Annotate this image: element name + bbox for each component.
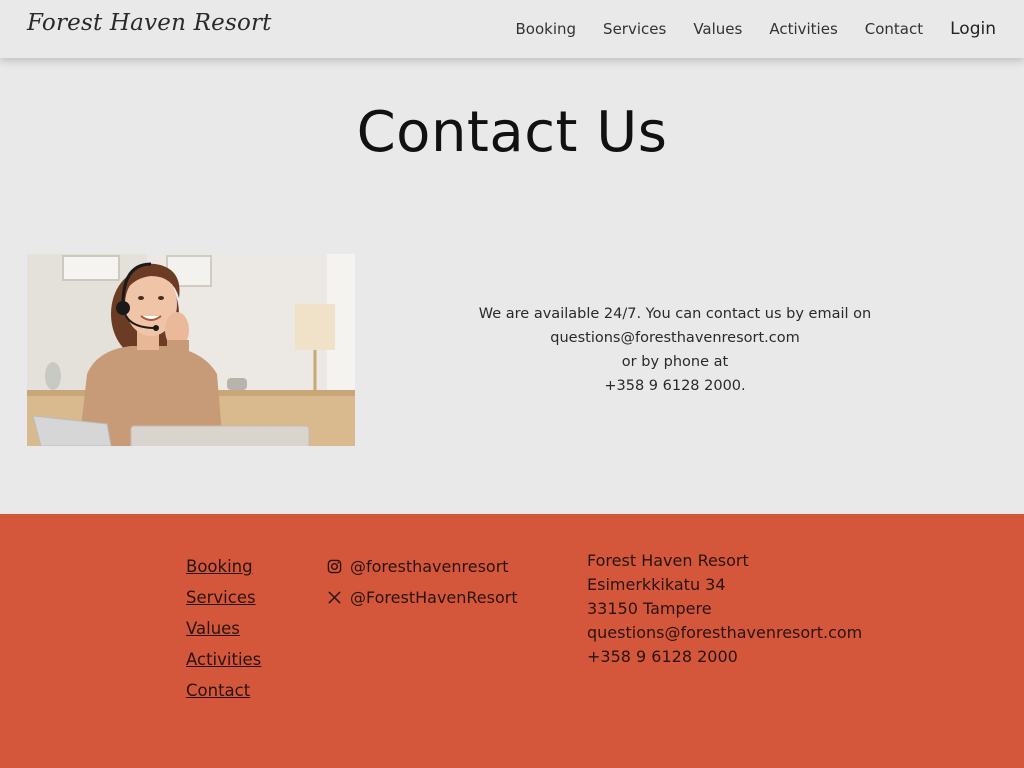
address-email: questions@foresthavenresort.com [587, 623, 863, 642]
address-name: Forest Haven Resort [587, 551, 749, 570]
instagram-link[interactable]: @foresthavenresort [326, 551, 518, 582]
contact-phone: +358 9 6128 2000. [604, 378, 746, 394]
footer-link-services[interactable]: Services [186, 582, 261, 613]
footer-link-contact[interactable]: Contact [186, 675, 261, 706]
instagram-handle: @foresthavenresort [350, 557, 509, 576]
nav-item-contact[interactable]: Contact [865, 20, 923, 38]
support-agent-photo [27, 254, 355, 446]
address-city: 33150 Tampere [587, 599, 712, 618]
contact-phone-intro: or by phone at [621, 354, 729, 370]
footer-address: Forest Haven Resort Esimerkkikatu 34 331… [587, 549, 862, 669]
main-nav: Booking Services Values Activities Conta… [489, 0, 996, 58]
contact-intro: We are available 24/7. You can contact u… [478, 306, 872, 322]
address-phone: +358 9 6128 2000 [587, 647, 738, 666]
footer-link-values[interactable]: Values [186, 613, 261, 644]
nav-item-activities[interactable]: Activities [769, 20, 837, 38]
nav-item-services[interactable]: Services [603, 20, 666, 38]
login-link[interactable]: Login [950, 19, 996, 39]
top-navbar: Forest Haven Resort Booking Services Val… [0, 0, 1024, 58]
instagram-icon [326, 559, 342, 575]
address-street: Esimerkkikatu 34 [587, 575, 726, 594]
footer-link-booking[interactable]: Booking [186, 551, 261, 582]
contact-info: We are available 24/7. You can contact u… [440, 302, 910, 398]
nav-item-booking[interactable]: Booking [516, 20, 577, 38]
site-footer: Booking Services Values Activities Conta… [0, 514, 1024, 768]
x-link[interactable]: @ForestHavenResort [326, 582, 518, 613]
footer-link-activities[interactable]: Activities [186, 644, 261, 675]
x-icon [326, 590, 342, 606]
x-handle: @ForestHavenResort [350, 588, 518, 607]
footer-nav: Booking Services Values Activities Conta… [186, 551, 261, 706]
page-title: Contact Us [356, 100, 668, 165]
site-logo[interactable]: Forest Haven Resort [27, 10, 272, 36]
nav-item-values[interactable]: Values [693, 20, 742, 38]
contact-email: questions@foresthavenresort.com [550, 330, 800, 346]
social-links: @foresthavenresort @ForestHavenResort [326, 551, 518, 613]
